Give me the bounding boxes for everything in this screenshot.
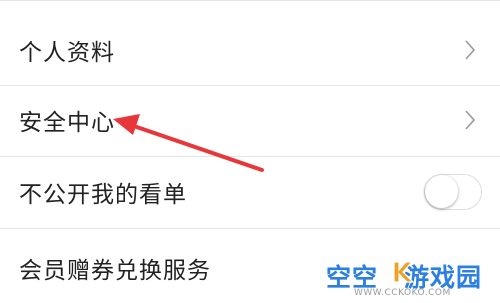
hide-watchlist-toggle[interactable] [424,174,482,210]
settings-item-label: 个人资料 [19,40,115,66]
settings-item-security[interactable]: 安全中心 [0,86,500,154]
chevron-right-icon [460,108,480,132]
settings-item-profile[interactable]: 个人资料 [0,16,500,84]
watermark: 空空 游戏园 WWW.CCKOKO.COM [318,252,498,302]
watermark-logo-icon [393,261,415,283]
divider [0,0,500,1]
toggle-knob [425,175,458,208]
settings-screen: 个人资料 安全中心 不公开我的看单 会员赠券兑换服务 空空 游戏园 WWW.CC… [0,0,500,303]
settings-item-label: 安全中心 [19,110,115,136]
divider [0,228,500,229]
settings-item-label: 不公开我的看单 [19,182,187,208]
divider [0,156,500,157]
settings-item-hide-watchlist: 不公开我的看单 [0,158,500,226]
watermark-url: WWW.CCKOKO.COM [354,288,451,298]
chevron-right-icon [460,38,480,62]
